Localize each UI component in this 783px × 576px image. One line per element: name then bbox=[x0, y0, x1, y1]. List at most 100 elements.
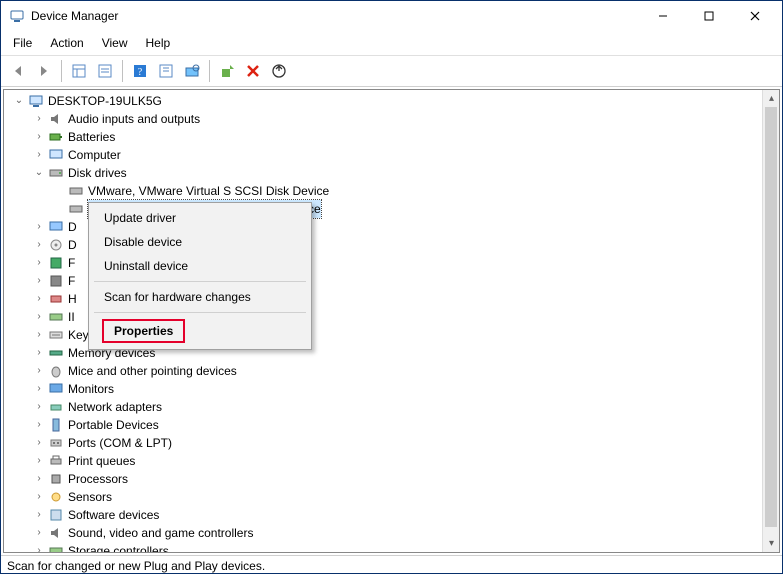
back-button[interactable] bbox=[6, 59, 30, 83]
menu-file[interactable]: File bbox=[5, 33, 40, 53]
chevron-right-icon[interactable]: › bbox=[32, 508, 46, 522]
scrollbar-thumb[interactable] bbox=[765, 107, 777, 527]
tree-root-label: DESKTOP-19ULK5G bbox=[48, 92, 162, 110]
tree-item-label: Audio inputs and outputs bbox=[68, 110, 200, 128]
tree-item-label: Portable Devices bbox=[68, 416, 159, 434]
show-hide-tree-button[interactable] bbox=[67, 59, 91, 83]
tree-item-diskdrives[interactable]: ⌄Disk drives bbox=[32, 164, 779, 182]
tree-item-label: Ports (COM & LPT) bbox=[68, 434, 172, 452]
tree-item-label: Batteries bbox=[68, 128, 115, 146]
chevron-right-icon[interactable]: › bbox=[32, 400, 46, 414]
menubar: File Action View Help bbox=[1, 31, 782, 56]
chevron-right-icon[interactable]: › bbox=[32, 130, 46, 144]
window-title: Device Manager bbox=[31, 9, 640, 23]
chevron-down-icon[interactable]: ⌄ bbox=[32, 166, 46, 180]
scan-hardware-button[interactable] bbox=[180, 59, 204, 83]
properties-button[interactable] bbox=[93, 59, 117, 83]
toolbar: ? bbox=[1, 56, 782, 87]
toolbar-separator bbox=[209, 60, 210, 82]
storage-icon bbox=[48, 543, 64, 552]
tree-item-label: D bbox=[68, 236, 77, 254]
device-manager-icon bbox=[9, 8, 25, 24]
chevron-right-icon[interactable]: › bbox=[32, 148, 46, 162]
network-icon bbox=[48, 399, 64, 415]
tree-item-disk1[interactable]: ›VMware, VMware Virtual S SCSI Disk Devi… bbox=[52, 182, 779, 200]
ctx-disable-device[interactable]: Disable device bbox=[92, 230, 308, 254]
computer-icon bbox=[28, 93, 44, 109]
tree-item-ports[interactable]: › Ports (COM & LPT) bbox=[32, 434, 779, 452]
menu-view[interactable]: View bbox=[94, 33, 136, 53]
sensor-icon bbox=[48, 489, 64, 505]
chevron-right-icon[interactable]: › bbox=[32, 112, 46, 126]
tree-root[interactable]: ⌄ DESKTOP-19ULK5G bbox=[12, 92, 779, 110]
tree-item-sensors[interactable]: ›Sensors bbox=[32, 488, 779, 506]
tree-item-storage[interactable]: ›Storage controllers bbox=[32, 542, 779, 552]
monitor-icon bbox=[48, 381, 64, 397]
display-icon bbox=[48, 219, 64, 235]
tree-item-processors[interactable]: ›Processors bbox=[32, 470, 779, 488]
uninstall-device-button[interactable] bbox=[241, 59, 265, 83]
enable-device-button[interactable] bbox=[215, 59, 239, 83]
chevron-right-icon[interactable]: › bbox=[32, 238, 46, 252]
chevron-right-icon[interactable]: › bbox=[32, 454, 46, 468]
action-button[interactable] bbox=[154, 59, 178, 83]
tree-item-portable[interactable]: › Portable Devices bbox=[32, 416, 779, 434]
chevron-right-icon[interactable]: › bbox=[32, 382, 46, 396]
chevron-right-icon[interactable]: › bbox=[32, 364, 46, 378]
update-driver-button[interactable] bbox=[267, 59, 291, 83]
ctx-scan-hardware[interactable]: Scan for hardware changes bbox=[92, 285, 308, 309]
chevron-right-icon[interactable]: › bbox=[32, 490, 46, 504]
chevron-right-icon[interactable]: › bbox=[32, 310, 46, 324]
floppy-icon bbox=[48, 273, 64, 289]
floppy-icon bbox=[48, 255, 64, 271]
tree-item-label: Monitors bbox=[68, 380, 114, 398]
menu-help[interactable]: Help bbox=[138, 33, 179, 53]
software-icon bbox=[48, 507, 64, 523]
chevron-right-icon[interactable]: › bbox=[32, 220, 46, 234]
minimize-button[interactable] bbox=[640, 1, 686, 31]
drive-icon bbox=[48, 165, 64, 181]
ctx-properties[interactable]: Properties bbox=[92, 316, 308, 346]
chevron-right-icon[interactable]: › bbox=[32, 526, 46, 540]
close-button[interactable] bbox=[732, 1, 778, 31]
chevron-down-icon[interactable]: ⌄ bbox=[12, 94, 26, 108]
device-tree-panel: ⌄ DESKTOP-19ULK5G › Audio inputs and outp… bbox=[3, 89, 780, 553]
tree-item-audio[interactable]: › Audio inputs and outputs bbox=[32, 110, 779, 128]
ctx-update-driver[interactable]: Update driver bbox=[92, 206, 308, 230]
chevron-right-icon[interactable]: › bbox=[32, 472, 46, 486]
chevron-right-icon[interactable]: › bbox=[32, 292, 46, 306]
scroll-up-icon[interactable]: ▴ bbox=[763, 90, 780, 107]
menu-action[interactable]: Action bbox=[42, 33, 91, 53]
keyboard-icon bbox=[48, 327, 64, 343]
tree-item-label: Sound, video and game controllers bbox=[68, 524, 253, 542]
port-icon bbox=[48, 435, 64, 451]
tree-item-mice[interactable]: › Mice and other pointing devices bbox=[32, 362, 779, 380]
tree-item-batteries[interactable]: › Batteries bbox=[32, 128, 779, 146]
tree-item-computer[interactable]: › Computer bbox=[32, 146, 779, 164]
scroll-down-icon[interactable]: ▾ bbox=[763, 535, 780, 552]
tree-item-label: Mice and other pointing devices bbox=[68, 362, 237, 380]
chevron-right-icon[interactable]: › bbox=[32, 274, 46, 288]
drive-icon bbox=[68, 201, 84, 217]
tree-item-software[interactable]: ›Software devices bbox=[32, 506, 779, 524]
ctx-uninstall-device[interactable]: Uninstall device bbox=[92, 254, 308, 278]
toolbar-separator bbox=[61, 60, 62, 82]
chevron-right-icon[interactable]: › bbox=[32, 328, 46, 342]
help-button[interactable]: ? bbox=[128, 59, 152, 83]
chevron-right-icon[interactable]: › bbox=[32, 346, 46, 360]
tree-item-monitors[interactable]: › Monitors bbox=[32, 380, 779, 398]
svg-text:?: ? bbox=[138, 67, 143, 78]
tree-item-label: Computer bbox=[68, 146, 121, 164]
tree-item-sound[interactable]: › Sound, video and game controllers bbox=[32, 524, 779, 542]
chevron-right-icon[interactable]: › bbox=[32, 544, 46, 552]
portable-icon bbox=[48, 417, 64, 433]
tree-item-netadapters[interactable]: ›Network adapters bbox=[32, 398, 779, 416]
forward-button[interactable] bbox=[32, 59, 56, 83]
vertical-scrollbar[interactable]: ▴ ▾ bbox=[762, 90, 779, 552]
pc-icon bbox=[48, 147, 64, 163]
chevron-right-icon[interactable]: › bbox=[32, 418, 46, 432]
maximize-button[interactable] bbox=[686, 1, 732, 31]
tree-item-printq[interactable]: ›Print queues bbox=[32, 452, 779, 470]
chevron-right-icon[interactable]: › bbox=[32, 256, 46, 270]
chevron-right-icon[interactable]: › bbox=[32, 436, 46, 450]
